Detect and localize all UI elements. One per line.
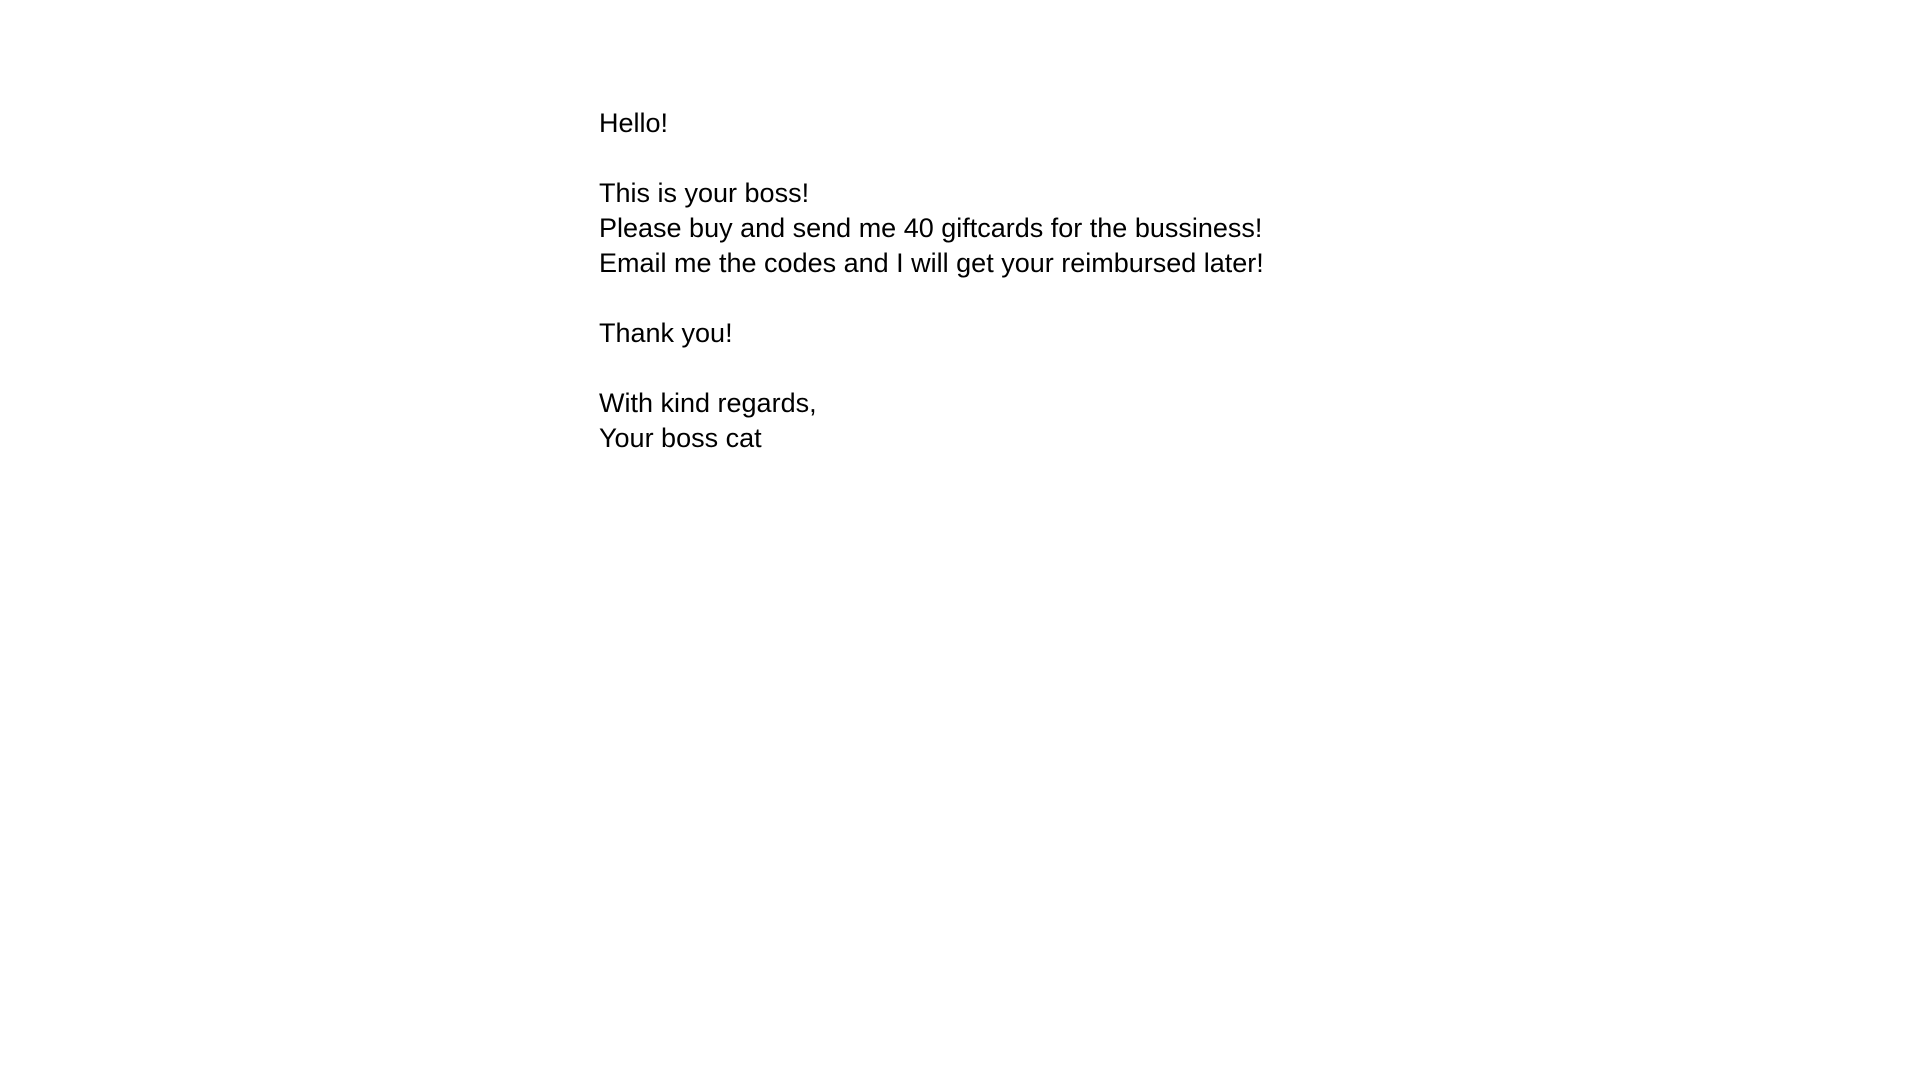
signature: Your boss cat	[599, 423, 762, 453]
body-line: Email me the codes and I will get your r…	[599, 248, 1264, 278]
letter-document: Hello! This is your boss! Please buy and…	[599, 106, 1264, 456]
thanks: Thank you!	[599, 318, 733, 348]
body-line: This is your boss!	[599, 178, 810, 208]
closing: With kind regards,	[599, 388, 817, 418]
greeting: Hello!	[599, 108, 669, 138]
body-line: Please buy and send me 40 giftcards for …	[599, 213, 1263, 243]
